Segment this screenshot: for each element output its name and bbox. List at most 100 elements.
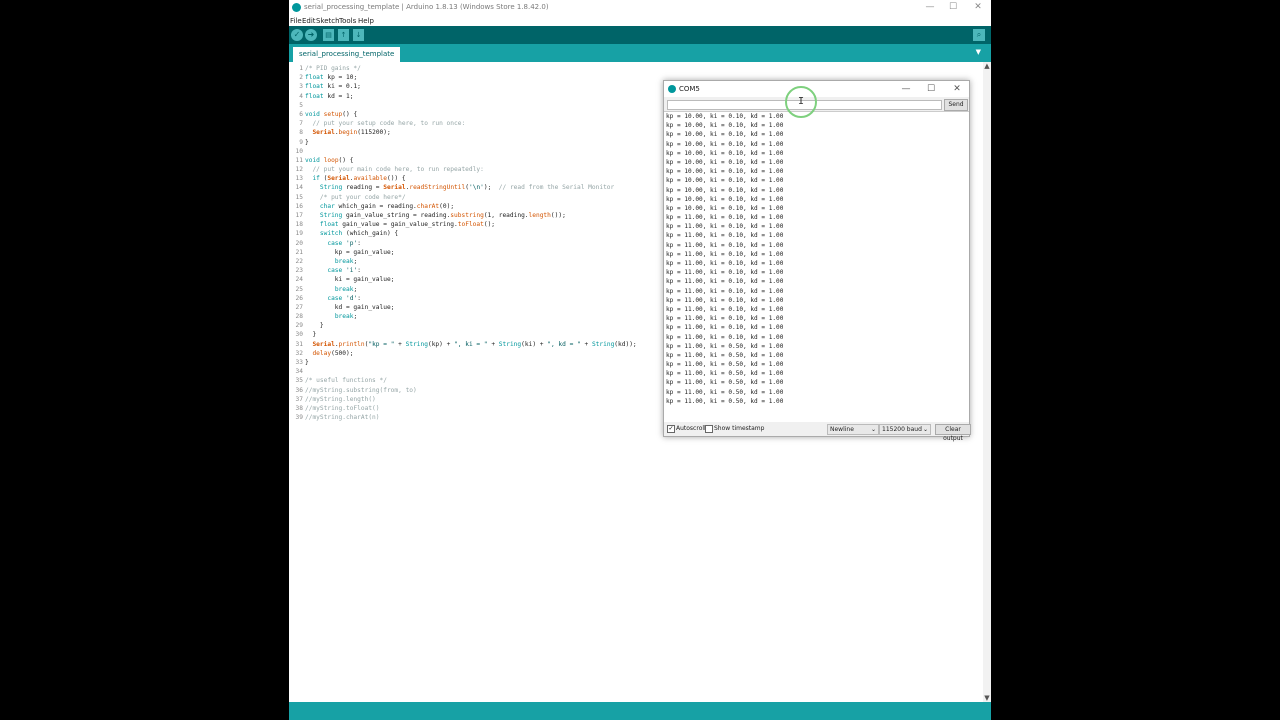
window-title: serial_processing_template | Arduino 1.8… — [304, 3, 549, 11]
autoscroll-checkbox[interactable]: ✓ — [667, 425, 675, 433]
line-number: 38 — [295, 404, 303, 412]
minimize-button[interactable]: — — [923, 1, 937, 13]
line-number: 32 — [295, 349, 303, 357]
code-line[interactable] — [305, 101, 637, 110]
serial-output-line: kp = 10.00, ki = 0.10, kd = 1.00 — [666, 186, 784, 194]
tab-serial-processing-template[interactable]: serial_processing_template — [293, 47, 401, 62]
code-line[interactable]: /* put your code here*/ — [305, 193, 637, 202]
line-number: 20 — [295, 239, 303, 247]
menu-edit[interactable]: Edit — [302, 17, 316, 25]
code-line[interactable]: //myString.toFloat() — [305, 404, 637, 413]
code-line[interactable]: delay(500); — [305, 349, 637, 358]
code-line[interactable]: kd = gain_value; — [305, 303, 637, 312]
code-line[interactable]: } — [305, 138, 637, 147]
code-line[interactable]: } — [305, 358, 637, 367]
menu-file[interactable]: File — [290, 17, 302, 25]
serial-output-line: kp = 11.00, ki = 0.50, kd = 1.00 — [666, 397, 784, 405]
code-line[interactable] — [305, 147, 637, 156]
code-line[interactable]: Serial.begin(115200); — [305, 128, 637, 137]
line-ending-select[interactable]: Newline ⌄ — [827, 424, 879, 435]
line-number: 6 — [299, 110, 303, 118]
line-number: 11 — [295, 156, 303, 164]
code-line[interactable]: break; — [305, 312, 637, 321]
code-line[interactable] — [305, 367, 637, 376]
code-line[interactable]: String gain_value_string = reading.subst… — [305, 211, 637, 220]
line-number: 14 — [295, 184, 303, 192]
code-line[interactable]: void loop() { — [305, 156, 637, 165]
maximize-button[interactable]: ☐ — [946, 1, 960, 13]
code-line[interactable]: /* useful functions */ — [305, 376, 637, 385]
menu-tools[interactable]: Tools — [339, 17, 356, 25]
close-button[interactable]: ✕ — [971, 1, 985, 13]
serial-output-line: kp = 10.00, ki = 0.10, kd = 1.00 — [666, 195, 784, 203]
code-line[interactable]: //myString.charAt(n) — [305, 413, 637, 422]
tab-menu-arrow-icon[interactable]: ▼ — [976, 48, 981, 56]
editor-scrollbar[interactable]: ▲ ▼ — [983, 62, 991, 702]
serial-output-line: kp = 11.00, ki = 0.10, kd = 1.00 — [666, 250, 784, 258]
code-line[interactable]: break; — [305, 257, 637, 266]
monitor-minimize-button[interactable]: — — [899, 83, 913, 95]
serial-output-line: kp = 11.00, ki = 0.10, kd = 1.00 — [666, 260, 784, 267]
code-line[interactable]: break; — [305, 285, 637, 294]
line-number: 39 — [295, 414, 303, 422]
line-number: 4 — [299, 92, 303, 100]
line-number: 31 — [295, 340, 303, 348]
save-button[interactable]: ↓ — [353, 29, 364, 41]
code-line[interactable]: // put your main code here, to run repea… — [305, 165, 637, 174]
serial-output-line: kp = 11.00, ki = 0.10, kd = 1.00 — [666, 269, 784, 277]
code-line[interactable]: void setup() { — [305, 110, 637, 119]
menu-sketch[interactable]: Sketch — [316, 17, 340, 25]
monitor-close-button[interactable]: ✕ — [950, 83, 964, 95]
code-line[interactable]: kp = gain_value; — [305, 248, 637, 257]
code-line[interactable]: if (Serial.available()) { — [305, 174, 637, 183]
monitor-maximize-button[interactable]: ☐ — [924, 83, 938, 95]
line-number: 30 — [295, 331, 303, 339]
open-button[interactable]: ↑ — [338, 29, 349, 41]
serial-output-line: kp = 11.00, ki = 0.50, kd = 1.00 — [666, 379, 784, 387]
code-line[interactable]: //myString.substring(from, to) — [305, 386, 637, 395]
upload-button[interactable]: ➜ — [305, 29, 317, 41]
serial-output-line: kp = 11.00, ki = 0.10, kd = 1.00 — [666, 296, 784, 304]
baud-rate-select[interactable]: 115200 baud ⌄ — [879, 424, 931, 435]
code-line[interactable]: case 'i': — [305, 266, 637, 275]
line-ending-value: Newline — [830, 426, 854, 433]
line-number: 2 — [299, 74, 303, 82]
status-bar — [289, 702, 991, 720]
line-number: 28 — [295, 313, 303, 321]
clear-output-button[interactable]: Clear output — [935, 424, 971, 442]
show-timestamp-checkbox[interactable] — [705, 425, 713, 433]
code-line[interactable]: /* PID gains */ — [305, 64, 637, 73]
line-number: 34 — [295, 368, 303, 376]
code-line[interactable]: } — [305, 330, 637, 339]
menu-help[interactable]: Help — [358, 17, 374, 25]
code-line[interactable]: float gain_value = gain_value_string.toF… — [305, 220, 637, 229]
code-line[interactable]: float kp = 10; — [305, 73, 637, 82]
serial-monitor-title-bar: COM5 — ☐ ✕ — [664, 81, 969, 97]
verify-button[interactable]: ✓ — [291, 29, 303, 41]
code-line[interactable]: float ki = 0.1; — [305, 82, 637, 91]
code-area[interactable]: /* PID gains */float kp = 10; float ki = … — [305, 64, 637, 422]
code-line[interactable]: // put your setup code here, to run once… — [305, 119, 637, 128]
new-sketch-button[interactable]: ▤ — [323, 29, 334, 41]
code-line[interactable]: case 'p': — [305, 239, 637, 248]
line-number: 12 — [295, 166, 303, 174]
toolbar: ✓ ➜ ▤ ↑ ↓ ⌕ — [289, 26, 991, 44]
serial-output-line: kp = 11.00, ki = 0.50, kd = 1.00 — [666, 342, 784, 350]
code-line[interactable]: case 'd': — [305, 294, 637, 303]
code-line[interactable]: ki = gain_value; — [305, 275, 637, 284]
scroll-up-icon[interactable]: ▲ — [983, 62, 991, 70]
serial-output-line: kp = 11.00, ki = 0.10, kd = 1.00 — [666, 278, 784, 286]
code-line[interactable]: switch (which_gain) { — [305, 229, 637, 238]
serial-output-line: kp = 10.00, ki = 0.10, kd = 1.00 — [666, 158, 784, 166]
code-line[interactable]: String reading = Serial.readStringUntil(… — [305, 183, 637, 192]
code-line[interactable]: } — [305, 321, 637, 330]
code-line[interactable]: float kd = 1; — [305, 92, 637, 101]
line-number: 23 — [295, 267, 303, 275]
serial-monitor-button[interactable]: ⌕ — [973, 29, 985, 41]
code-line[interactable]: //myString.length() — [305, 395, 637, 404]
send-button[interactable]: Send — [944, 99, 968, 111]
code-line[interactable]: char which_gain = reading.charAt(0); — [305, 202, 637, 211]
scroll-down-icon[interactable]: ▼ — [983, 694, 991, 702]
code-line[interactable]: Serial.println("kp = " + String(kp) + ",… — [305, 340, 636, 349]
serial-output-line: kp = 10.00, ki = 0.10, kd = 1.00 — [666, 122, 784, 130]
